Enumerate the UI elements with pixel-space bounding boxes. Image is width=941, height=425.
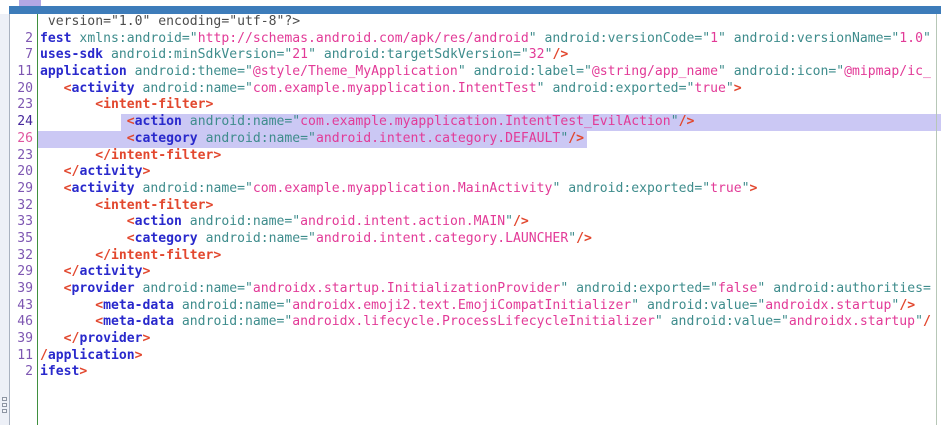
code-line[interactable]: <meta-data android:name="androidx.lifecy… [40,314,941,331]
grip-dot [2,403,7,407]
code-line[interactable]: <action android:name="com.example.myappl… [40,114,941,131]
code-line[interactable]: <intent-filter> [40,198,941,215]
pane-top-border [9,6,941,14]
code-line-text: </provider> [40,331,150,346]
code-line[interactable]: <category android:name="android.intent.c… [40,131,941,148]
code-line-text: version="1.0" encoding="utf-8"?> [40,14,300,29]
code-line[interactable]: fest xmlns:android="http://schemas.andro… [40,31,941,48]
code-line-text: </intent-filter> [40,248,221,263]
code-line-text: <activity android:name="com.example.myap… [40,81,742,96]
code-line[interactable]: /application> [40,348,941,365]
code-line[interactable]: ifest> [40,364,941,381]
code-line-text: </activity> [40,264,150,279]
code-line[interactable]: <activity android:name="com.example.myap… [40,81,941,98]
line-number: 29 [10,181,37,198]
code-line[interactable]: <action android:name="android.intent.act… [40,214,941,231]
line-number: 32 [10,198,37,215]
code-line-text: <meta-data android:name="androidx.lifecy… [40,314,931,329]
line-number: 39 [10,281,37,298]
code-line[interactable]: </provider> [40,331,941,348]
line-number: 43 [10,298,37,315]
line-number: 2 [10,364,37,381]
scrollbar-grip[interactable] [0,395,9,415]
code-line[interactable]: uses-sdk android:minSdkVersion="21" andr… [40,47,941,64]
line-number: 20 [10,81,37,98]
code-line-text: <category android:name="android.intent.c… [40,231,592,246]
line-number: 11 [10,348,37,365]
line-number: 35 [10,231,37,248]
code-line-text: ifest> [40,364,87,379]
right-margin-line [936,14,937,425]
line-number: 24 [10,114,37,131]
code-line-text: application android:theme="@style/Theme_… [40,64,931,79]
code-line-text: <action android:name="com.example.myappl… [40,114,694,129]
grip-dot [2,397,7,401]
line-number-gutter: 271120232426232029323335322939434639112 [10,14,38,425]
line-number: 29 [10,264,37,281]
code-line-text: <category android:name="android.intent.c… [40,131,584,146]
selection-highlight: <category android:name="android.intent.c… [38,131,587,148]
code-line-text: <meta-data android:name="androidx.emoji2… [40,298,915,313]
line-number: 23 [10,97,37,114]
left-scrollbar[interactable] [0,14,10,425]
code-area[interactable]: version="1.0" encoding="utf-8"?> fest xml… [38,14,941,425]
code-line[interactable]: <activity android:name="com.example.myap… [40,181,941,198]
line-number: 46 [10,314,37,331]
line-number: 2 [10,31,37,48]
code-line-text: </intent-filter> [40,148,221,163]
code-line-text: <provider android:name="androidx.startup… [40,281,931,296]
code-line-text: /application> [40,348,143,363]
line-number: 23 [10,148,37,165]
code-line-text: <intent-filter> [40,97,213,112]
code-line-text: <activity android:name="com.example.myap… [40,181,757,196]
line-number: 7 [10,47,37,64]
code-line[interactable]: </activity> [40,164,941,181]
line-number: 33 [10,214,37,231]
code-line[interactable]: application android:theme="@style/Theme_… [40,64,941,81]
grip-dot [2,409,7,413]
line-number: 39 [10,331,37,348]
code-line[interactable]: <intent-filter> [40,97,941,114]
line-number: 11 [10,64,37,81]
code-line[interactable]: </activity> [40,264,941,281]
line-number: 26 [10,131,37,148]
code-line[interactable]: </intent-filter> [40,148,941,165]
xml-editor-pane: 271120232426232029323335322939434639112 … [0,0,941,425]
code-line-text: fest xmlns:android="http://schemas.andro… [40,31,931,46]
code-line-text: <intent-filter> [40,198,213,213]
code-line[interactable]: <provider android:name="androidx.startup… [40,281,941,298]
code-line[interactable]: </intent-filter> [40,248,941,265]
code-line[interactable]: <category android:name="android.intent.c… [40,231,941,248]
code-line[interactable]: version="1.0" encoding="utf-8"?> [40,14,941,31]
code-line-text: <action android:name="android.intent.act… [40,214,529,229]
line-number: 32 [10,248,37,265]
code-line[interactable]: <meta-data android:name="androidx.emoji2… [40,298,941,315]
line-number [10,14,37,31]
code-line-text: </activity> [40,164,150,179]
code-line-text: uses-sdk android:minSdkVersion="21" andr… [40,47,568,62]
line-number: 20 [10,164,37,181]
